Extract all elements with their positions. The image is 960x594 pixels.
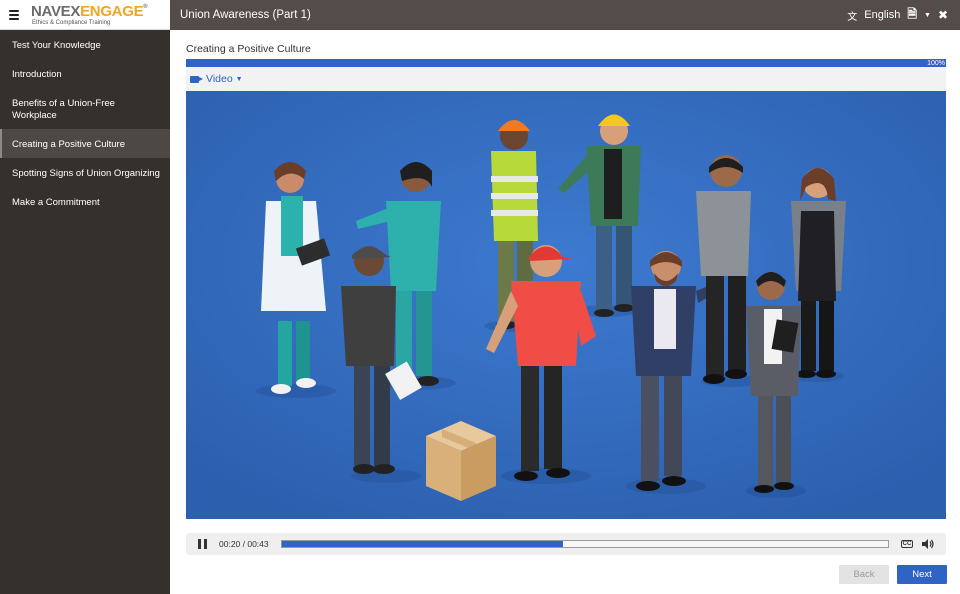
- pause-icon[interactable]: [198, 539, 207, 549]
- video-played-fill: [281, 541, 564, 547]
- sidebar-item-test-your-knowledge[interactable]: Test Your Knowledge: [0, 30, 170, 59]
- volume-icon[interactable]: [921, 538, 935, 550]
- sidebar: Test Your Knowledge Introduction Benefit…: [0, 30, 170, 594]
- document-icon[interactable]: 🗎: [907, 5, 917, 26]
- video-camera-icon: [190, 75, 203, 83]
- video-frame[interactable]: [186, 91, 946, 519]
- sidebar-item-make-commitment[interactable]: Make a Commitment: [0, 187, 170, 216]
- logo-engage: ENGAGE: [80, 2, 144, 20]
- chevron-down-icon[interactable]: ▼: [236, 76, 243, 83]
- close-icon[interactable]: ✖: [938, 8, 948, 22]
- video-scrubber[interactable]: [280, 540, 889, 548]
- media-menu-dropdown[interactable]: Video: [206, 73, 233, 85]
- next-button[interactable]: Next: [897, 565, 947, 584]
- course-title: Union Awareness (Part 1): [180, 9, 311, 21]
- sidebar-item-introduction[interactable]: Introduction: [0, 59, 170, 88]
- video-controls: 00:20 / 00:43 CC: [186, 533, 946, 555]
- translate-icon[interactable]: 文: [847, 8, 857, 23]
- main-content: Creating a Positive Culture 100% Video ▼: [170, 30, 960, 594]
- sidebar-item-creating-positive-culture[interactable]: Creating a Positive Culture: [0, 129, 170, 158]
- logo-registered: ®: [143, 3, 148, 10]
- sidebar-item-spotting-signs[interactable]: Spotting Signs of Union Organizing: [0, 158, 170, 187]
- page-title: Creating a Positive Culture: [186, 43, 311, 55]
- logo: NAVEXENGAGE® Ethics & Compliance Trainin…: [31, 2, 148, 26]
- logo-bar: NAVEXENGAGE® Ethics & Compliance Trainin…: [0, 0, 170, 30]
- lesson-progress-bar: 100%: [186, 59, 946, 67]
- logo-tagline: Ethics & Compliance Training: [32, 19, 111, 26]
- closed-captions-icon[interactable]: CC: [900, 540, 914, 548]
- back-button[interactable]: Back: [839, 565, 889, 584]
- progress-percent: 100%: [927, 60, 945, 67]
- hamburger-menu-icon[interactable]: [9, 9, 19, 20]
- language-selector[interactable]: English: [864, 9, 900, 21]
- sidebar-item-benefits[interactable]: Benefits of a Union-Free Workplace: [0, 88, 170, 129]
- media-menu-bar: Video ▼: [186, 67, 946, 91]
- chevron-down-icon[interactable]: ▼: [924, 12, 931, 19]
- video-time: 00:20 / 00:43: [219, 539, 269, 549]
- logo-navex: NAVEX: [31, 2, 81, 20]
- top-bar: Union Awareness (Part 1) 文 English 🗎 ▼ ✖: [170, 0, 960, 30]
- workplace-illustration: [186, 91, 946, 519]
- cardboard-box: [426, 421, 496, 501]
